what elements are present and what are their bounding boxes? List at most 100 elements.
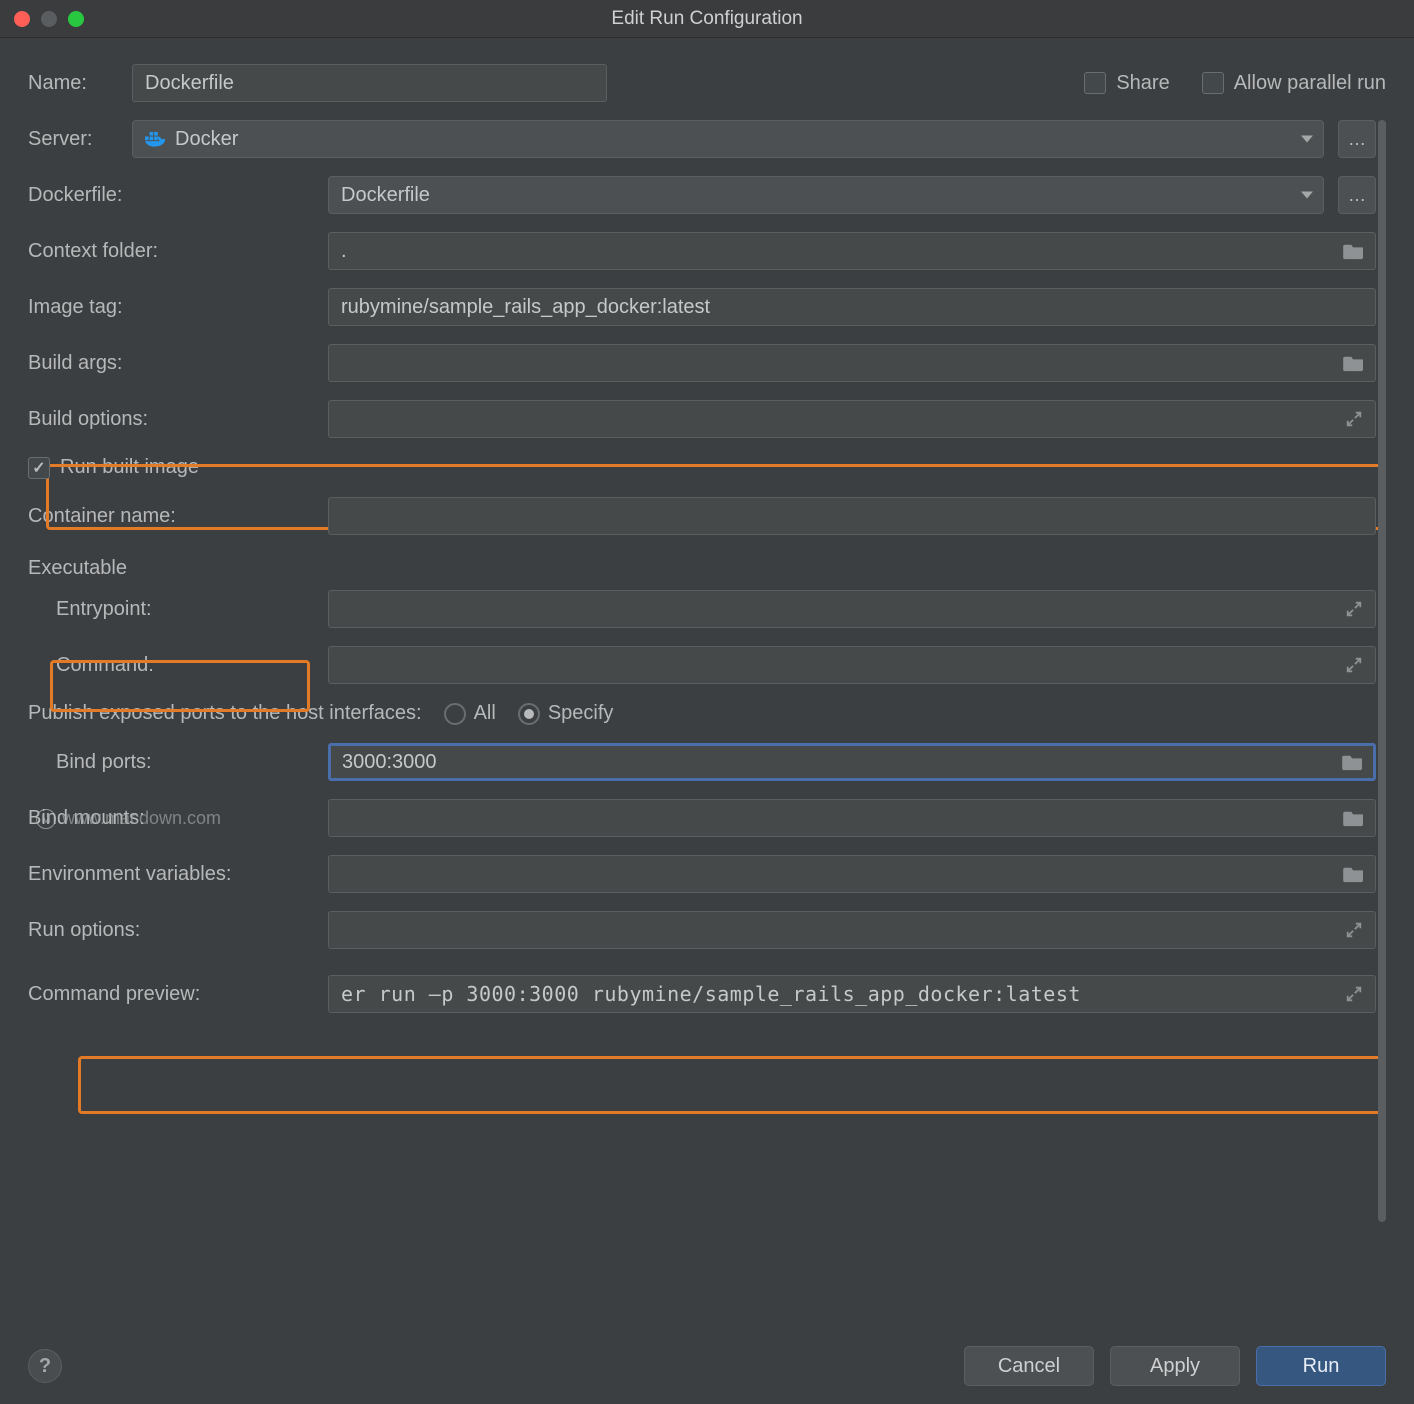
- minimize-icon: [41, 11, 57, 27]
- command-preview-input[interactable]: er run –p 3000:3000 rubymine/sample_rail…: [328, 975, 1376, 1013]
- expand-icon[interactable]: [1341, 917, 1367, 943]
- run-label: Run: [1303, 1355, 1340, 1378]
- bind-ports-input[interactable]: 3000:3000: [328, 743, 1376, 781]
- run-built-image-label: Run built image: [60, 456, 199, 479]
- command-preview-value: er run –p 3000:3000 rubymine/sample_rail…: [341, 982, 1081, 1006]
- context-folder-row: Context folder: .: [28, 232, 1376, 270]
- entrypoint-label: Entrypoint:: [56, 598, 314, 621]
- context-folder-value: .: [341, 240, 347, 263]
- dockerfile-dropdown[interactable]: Dockerfile: [328, 176, 1324, 214]
- folder-icon[interactable]: [1341, 861, 1367, 887]
- build-options-input[interactable]: [328, 400, 1376, 438]
- ports-specify-label: Specify: [548, 702, 614, 725]
- name-label: Name:: [28, 72, 118, 95]
- window-controls: [14, 11, 84, 27]
- bind-mounts-label: Bind mounts:: [28, 807, 314, 830]
- build-args-input[interactable]: [328, 344, 1376, 382]
- run-options-input[interactable]: [328, 911, 1376, 949]
- close-icon[interactable]: [14, 11, 30, 27]
- env-vars-row: Environment variables:: [28, 855, 1376, 893]
- ports-all-radio[interactable]: All: [444, 702, 496, 725]
- run-built-image-row: Run built image: [28, 456, 1376, 479]
- dockerfile-row: Dockerfile: Dockerfile …: [28, 176, 1376, 214]
- apply-label: Apply: [1150, 1355, 1200, 1378]
- expand-icon[interactable]: [1341, 652, 1367, 678]
- image-tag-label: Image tag:: [28, 296, 314, 319]
- maximize-icon[interactable]: [68, 11, 84, 27]
- image-tag-input[interactable]: rubymine/sample_rails_app_docker:latest: [328, 288, 1376, 326]
- command-preview-row: Command preview: er run –p 3000:3000 rub…: [28, 975, 1376, 1013]
- window-title: Edit Run Configuration: [0, 8, 1414, 30]
- ports-all-label: All: [474, 702, 496, 725]
- run-built-image-checkbox[interactable]: Run built image: [28, 456, 199, 479]
- dockerfile-value: Dockerfile: [341, 184, 430, 207]
- dockerfile-label: Dockerfile:: [28, 184, 314, 207]
- scrollbar-thumb[interactable]: [1378, 120, 1386, 1222]
- container-name-row: Container name:: [28, 497, 1376, 535]
- allow-parallel-label: Allow parallel run: [1234, 72, 1386, 95]
- highlight-bind-ports: [78, 1056, 1386, 1114]
- image-tag-value: rubymine/sample_rails_app_docker:latest: [341, 296, 710, 319]
- bottom-bar: ? Cancel Apply Run: [28, 1318, 1386, 1386]
- command-preview-label: Command preview:: [28, 983, 314, 1006]
- cancel-button[interactable]: Cancel: [964, 1346, 1094, 1386]
- expand-icon[interactable]: [1341, 406, 1367, 432]
- entrypoint-row: Entrypoint:: [28, 590, 1376, 628]
- publish-ports-label: Publish exposed ports to the host interf…: [28, 702, 422, 725]
- name-value: Dockerfile: [145, 72, 234, 95]
- ellipsis-icon: …: [1348, 186, 1366, 204]
- entrypoint-input[interactable]: [328, 590, 1376, 628]
- name-input[interactable]: Dockerfile: [132, 64, 607, 102]
- env-vars-input[interactable]: [328, 855, 1376, 893]
- folder-icon[interactable]: [1341, 238, 1367, 264]
- context-folder-input[interactable]: .: [328, 232, 1376, 270]
- chevron-down-icon: [1301, 136, 1313, 143]
- folder-icon[interactable]: [1340, 749, 1366, 775]
- titlebar: Edit Run Configuration: [0, 0, 1414, 38]
- name-row: Name: Dockerfile Share Allow parallel ru…: [28, 64, 1386, 102]
- context-folder-label: Context folder:: [28, 240, 314, 263]
- help-button[interactable]: ?: [28, 1349, 62, 1383]
- apply-button[interactable]: Apply: [1110, 1346, 1240, 1386]
- run-options-row: Run options:: [28, 911, 1376, 949]
- command-label: Command:: [56, 654, 314, 677]
- env-vars-label: Environment variables:: [28, 863, 314, 886]
- server-label: Server:: [28, 128, 118, 151]
- command-row: Command:: [28, 646, 1376, 684]
- vertical-scrollbar[interactable]: [1378, 120, 1386, 1318]
- chevron-down-icon: [1301, 192, 1313, 199]
- share-label: Share: [1116, 72, 1169, 95]
- build-options-label: Build options:: [28, 408, 314, 431]
- bind-mounts-input[interactable]: [328, 799, 1376, 837]
- bind-ports-row: Bind ports: 3000:3000: [28, 743, 1376, 781]
- cancel-label: Cancel: [998, 1355, 1060, 1378]
- radio-icon: [444, 703, 466, 725]
- expand-icon[interactable]: [1341, 596, 1367, 622]
- image-tag-row: Image tag: rubymine/sample_rails_app_doc…: [28, 288, 1376, 326]
- build-args-label: Build args:: [28, 352, 314, 375]
- server-more-button[interactable]: …: [1338, 120, 1376, 158]
- help-icon: ?: [39, 1355, 51, 1378]
- dockerfile-more-button[interactable]: …: [1338, 176, 1376, 214]
- container-name-input[interactable]: [328, 497, 1376, 535]
- radio-selected-icon: [518, 703, 540, 725]
- checkbox-checked-icon: [28, 457, 50, 479]
- ellipsis-icon: …: [1348, 130, 1366, 148]
- checkbox-icon: [1202, 72, 1224, 94]
- folder-icon[interactable]: [1341, 350, 1367, 376]
- server-dropdown[interactable]: Docker: [132, 120, 1324, 158]
- build-options-row: Build options:: [28, 400, 1376, 438]
- publish-ports-row: Publish exposed ports to the host interf…: [28, 702, 1376, 725]
- command-input[interactable]: [328, 646, 1376, 684]
- server-row: Server: Docker …: [28, 120, 1376, 158]
- checkbox-icon: [1084, 72, 1106, 94]
- allow-parallel-checkbox[interactable]: Allow parallel run: [1202, 72, 1386, 95]
- folder-icon[interactable]: [1341, 805, 1367, 831]
- run-button[interactable]: Run: [1256, 1346, 1386, 1386]
- form-scroll-region: Server: Docker … Dockerfile: Dockerfile …: [28, 120, 1386, 1318]
- share-checkbox[interactable]: Share: [1084, 72, 1169, 95]
- bind-mounts-row: Bind mounts:: [28, 799, 1376, 837]
- ports-specify-radio[interactable]: Specify: [518, 702, 614, 725]
- expand-icon[interactable]: [1341, 981, 1367, 1007]
- bind-ports-label: Bind ports:: [56, 751, 314, 774]
